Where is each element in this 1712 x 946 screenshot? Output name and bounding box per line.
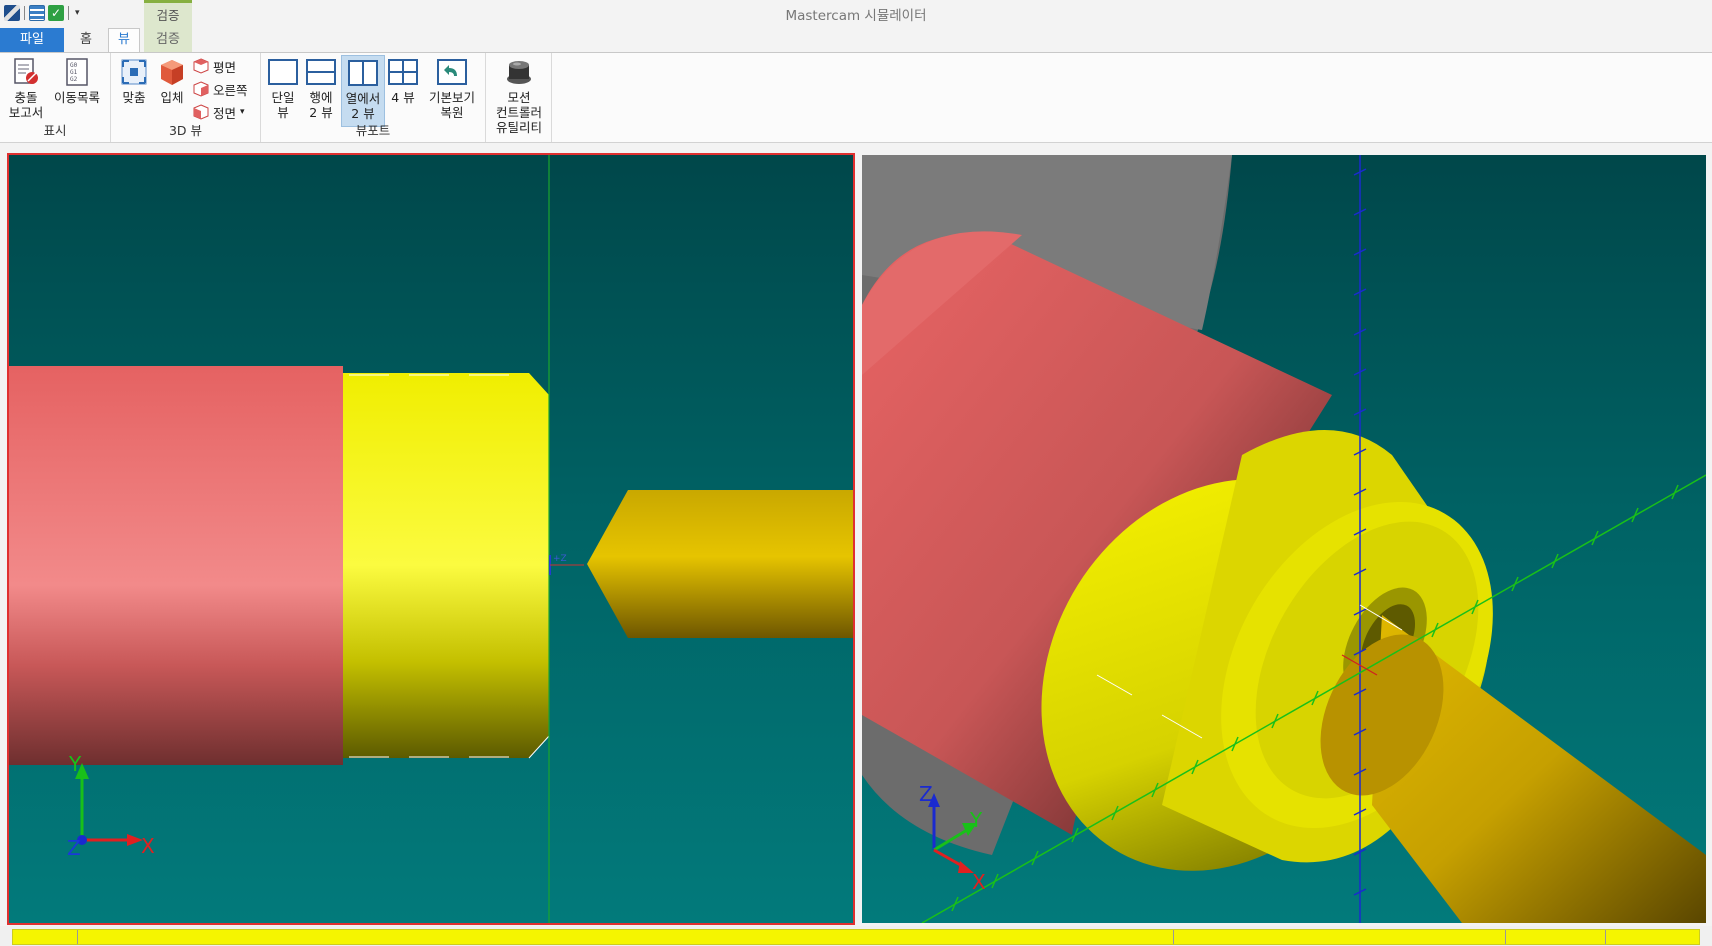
move-list-icon: G0 G1 G2	[62, 57, 92, 87]
restore-view-label: 기본보기	[428, 90, 475, 105]
move-list-label: 이동목록	[53, 90, 100, 105]
side-view-scene: +Z Y Z X	[9, 155, 853, 923]
part-chamfer	[529, 373, 549, 758]
fit-icon	[119, 57, 149, 87]
single-view-icon	[268, 57, 298, 87]
right-label: 오른쪽	[213, 82, 248, 98]
column-two-view-button[interactable]: 열에서 2 뷰	[341, 55, 385, 127]
four-view-label: 4 뷰	[391, 90, 415, 105]
ribbon-group-3d-view: 맞춤 입체 평면 오른쪽 정면 ▾ 3D 뷰	[111, 53, 261, 142]
right-view-button[interactable]: 오른쪽	[193, 79, 248, 99]
motion-label: 모션	[507, 90, 531, 105]
collision-report-button[interactable]: 충돌 보고서	[4, 57, 48, 120]
status-divider	[77, 930, 78, 944]
column-two-view-label-2: 2 뷰	[351, 106, 375, 121]
column-two-view-icon	[348, 58, 378, 88]
status-bar	[0, 926, 1712, 946]
ribbon-tabs: 파일 홈 뷰 검증	[0, 26, 1712, 53]
tab-home[interactable]: 홈	[72, 29, 100, 51]
fit-label: 맞춤	[122, 90, 146, 105]
collision-report-label: 충돌	[14, 90, 38, 105]
restore-view-icon	[437, 57, 467, 87]
plane-cube-icon	[193, 58, 209, 74]
solid-cube-icon	[157, 57, 187, 87]
single-view-label: 단일	[271, 90, 295, 105]
tab-view[interactable]: 뷰	[108, 28, 140, 53]
group-label-display: 표시	[43, 123, 67, 138]
viewport-right[interactable]: Z Y X	[862, 155, 1706, 923]
y-axis-label: Y	[969, 808, 983, 832]
motion-controller-icon	[504, 57, 534, 87]
x-axis-label: X	[972, 870, 986, 894]
tab-verify[interactable]: 검증	[148, 29, 188, 51]
origin-label: +Z	[553, 554, 567, 564]
svg-text:G2: G2	[70, 76, 78, 83]
single-view-label-2: 뷰	[277, 105, 289, 120]
fit-button[interactable]: 맞춤	[117, 57, 151, 105]
move-list-button[interactable]: G0 G1 G2 이동목록	[50, 57, 104, 105]
part-body	[343, 373, 529, 758]
ribbon-group-viewport: 단일 뷰 행에 2 뷰 열에서 2 뷰 4 뷰 기본보기 복원 뷰포트	[261, 53, 486, 142]
restore-view-label-2: 복원	[440, 105, 464, 120]
status-divider	[1505, 930, 1506, 944]
group-label-3d-view: 3D 뷰	[168, 123, 203, 138]
title-bar: ✓ ▾ 검증 Mastercam 시뮬레이터	[0, 0, 1712, 52]
four-view-button[interactable]: 4 뷰	[386, 57, 420, 105]
front-cube-icon	[193, 104, 209, 120]
collision-report-label-2: 보고서	[8, 105, 44, 120]
solid-label: 입체	[160, 90, 184, 105]
motion-controller-utility-button[interactable]: 모션 컨트롤러 유틸리티	[490, 57, 548, 135]
z-axis-label: Z	[919, 782, 933, 806]
viewport-left[interactable]: +Z Y Z X	[7, 153, 855, 925]
window-title: Mastercam 시뮬레이터	[785, 8, 927, 24]
status-divider	[1605, 930, 1606, 944]
four-view-icon	[388, 57, 418, 87]
y-axis-label: Y	[68, 752, 82, 776]
row-two-view-label-2: 2 뷰	[309, 105, 333, 120]
svg-text:G1: G1	[70, 69, 78, 76]
front-label: 정면	[213, 105, 237, 121]
row-two-view-button[interactable]: 행에 2 뷰	[303, 57, 339, 120]
group-label-viewport: 뷰포트	[355, 123, 391, 138]
motion-label-2: 컨트롤러	[495, 105, 542, 120]
collision-report-icon	[11, 57, 41, 87]
row-two-view-icon	[306, 57, 336, 87]
status-progress-bar	[12, 929, 1700, 945]
motion-label-3: 유틸리티	[495, 120, 542, 135]
tool-tip	[587, 490, 628, 638]
svg-text:G0: G0	[70, 62, 78, 69]
ribbon-group-display: 충돌 보고서 G0 G1 G2 이동목록 표시	[0, 53, 111, 142]
status-divider	[1173, 930, 1174, 944]
z-axis-label: Z	[67, 836, 81, 860]
front-dropdown-icon[interactable]: ▾	[240, 107, 245, 117]
isometric-view-scene: Z Y X	[862, 155, 1706, 923]
row-two-view-label: 행에	[309, 90, 333, 105]
ribbon: 충돌 보고서 G0 G1 G2 이동목록 표시 맞춤 입체 평면 오른쪽 정면 …	[0, 52, 1712, 143]
ribbon-group-motion: 모션 컨트롤러 유틸리티	[486, 53, 552, 142]
front-view-button[interactable]: 정면 ▾	[193, 102, 245, 122]
restore-default-view-button[interactable]: 기본보기 복원	[424, 57, 480, 120]
single-view-button[interactable]: 단일 뷰	[266, 57, 300, 120]
stock-cylinder	[9, 366, 343, 765]
x-axis-label: X	[141, 834, 155, 858]
plane-view-button[interactable]: 평면	[193, 56, 236, 76]
column-two-view-label: 열에서	[345, 91, 381, 106]
plane-label: 평면	[213, 59, 237, 75]
tab-file[interactable]: 파일	[0, 28, 64, 52]
right-cube-icon	[193, 81, 209, 97]
tool-shank	[628, 490, 853, 638]
solid-button[interactable]: 입체	[155, 57, 189, 105]
